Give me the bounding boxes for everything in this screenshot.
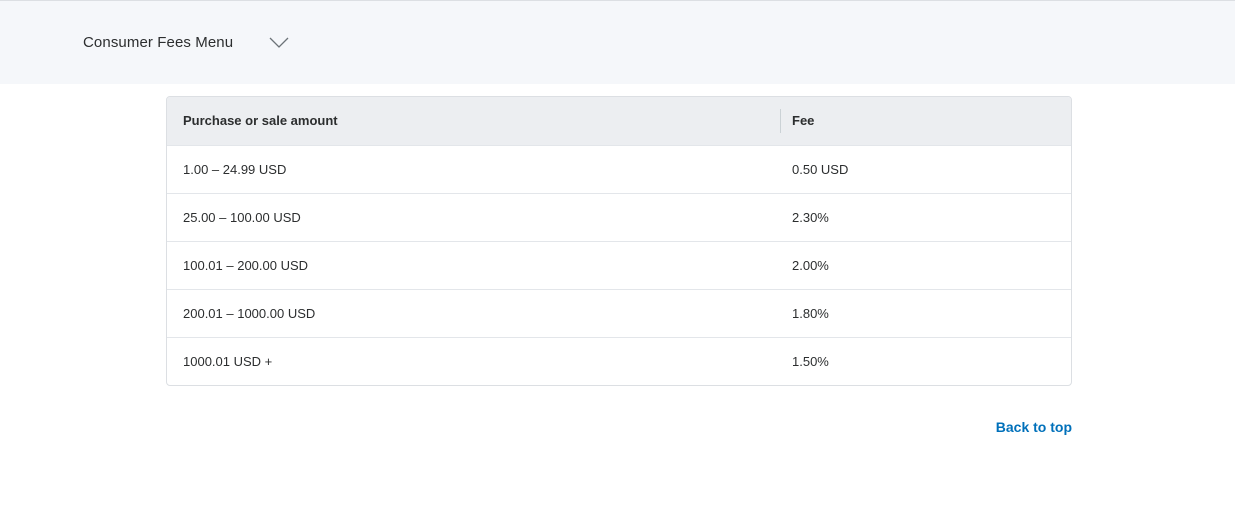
fee-cell: 1.80% [792, 305, 829, 321]
menu-label: Consumer Fees Menu [83, 34, 234, 51]
amount-cell: 1.00 – 24.99 USD [183, 161, 287, 177]
header-fee-label: Fee [792, 113, 815, 129]
header-divider [780, 109, 781, 133]
fee-cell: 1.50% [792, 353, 829, 369]
fee-cell: 2.00% [792, 257, 829, 273]
header-amount: Purchase or sale amount [183, 113, 338, 129]
amount-cell: 25.00 – 100.00 USD [183, 209, 301, 225]
fee-cell: 2.30% [792, 209, 829, 225]
fees-menu-bar: Consumer Fees Menu [0, 0, 1235, 84]
amount-cell: 200.01 – 1000.00 USD [183, 305, 316, 321]
table-row: 1000.01 USD + 1.50% [167, 337, 1071, 385]
table-row: 25.00 – 100.00 USD 2.30% [167, 193, 1071, 241]
amount-cell: 100.01 – 200.00 USD [183, 257, 309, 273]
table-row: 200.01 – 1000.00 USD 1.80% [167, 289, 1071, 337]
chevron-down-icon [269, 37, 289, 48]
fee-cell: 0.50 USD [792, 161, 849, 177]
header-fee: Fee [780, 97, 1071, 145]
table-header-row: Purchase or sale amount Fee [167, 97, 1071, 145]
consumer-fees-menu-toggle[interactable]: Consumer Fees Menu [83, 34, 289, 51]
back-to-top-link[interactable]: Back to top [996, 419, 1072, 435]
fees-table: Purchase or sale amount Fee 1.00 – 24.99… [166, 96, 1072, 386]
table-row: 1.00 – 24.99 USD 0.50 USD [167, 145, 1071, 193]
table-row: 100.01 – 200.00 USD 2.00% [167, 241, 1071, 289]
amount-cell: 1000.01 USD + [183, 353, 273, 369]
